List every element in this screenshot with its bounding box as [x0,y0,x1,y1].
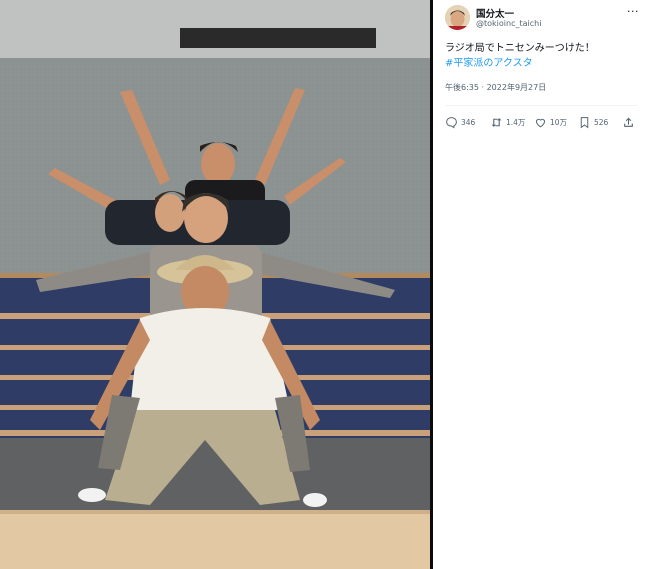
author-name[interactable]: 国分太一 [476,6,514,20]
share-button[interactable] [622,113,635,131]
share-icon [624,117,633,127]
heart-icon [535,118,546,127]
reply-icon [446,116,457,129]
tweet-timestamp[interactable]: 午後6:35 · 2022年9月27日 [445,82,546,93]
divider-line [445,105,637,106]
reply-button[interactable]: 346 [445,113,475,131]
photo-illustration [0,0,430,569]
tweet-text-line: ラジオ局でトニセンみーつけた！ [445,43,595,54]
hashtag-link[interactable]: #平家派のアクスタ [445,56,641,71]
like-count: 10万 [550,117,568,127]
bookmark-count: 526 [594,117,609,127]
more-options-icon[interactable]: ··· [627,5,639,18]
like-button[interactable]: 10万 [534,113,567,131]
tweet-photo[interactable] [0,0,430,569]
tweet-text: ラジオ局でトニセンみーつけた！ #平家派のアクスタ [445,41,641,71]
bookmark-button[interactable]: 526 [578,113,608,131]
action-bar: 346 1.4万 10万 526 [445,113,641,131]
avatar[interactable] [445,5,470,30]
reply-count: 346 [461,117,476,127]
bookmark-icon [580,116,589,128]
retweet-icon [491,117,502,127]
tweet-header: 国分太一 @tokioinc_taichi ··· [445,5,641,35]
tweet-panel: 国分太一 @tokioinc_taichi ··· ラジオ局でトニセンみーつけた… [433,0,645,569]
retweet-count: 1.4万 [506,117,526,127]
avatar-image [445,5,470,30]
retweet-button[interactable]: 1.4万 [490,113,525,131]
author-handle[interactable]: @tokioinc_taichi [476,19,541,28]
